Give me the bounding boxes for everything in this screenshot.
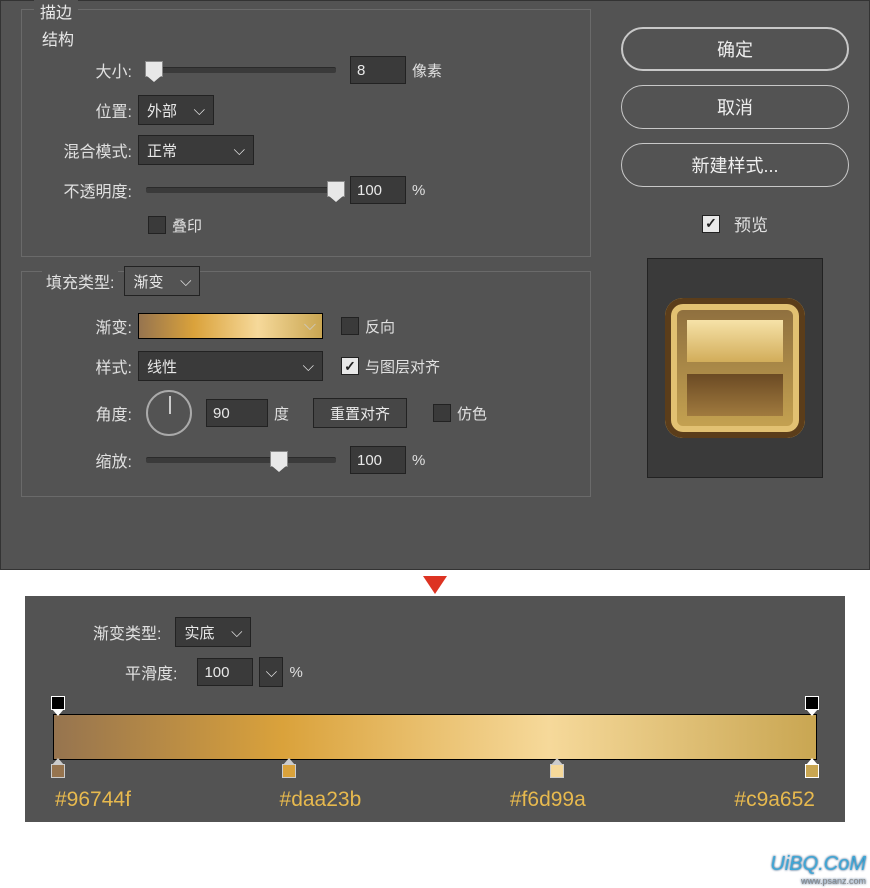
angle-input[interactable] <box>206 399 268 427</box>
stroke-settings-panel: 描边 结构 大小: 像素 位置: 外部 ⌵ 混合模式: <box>0 0 870 570</box>
filltype-fieldset: 填充类型: 渐变 ⌵ 渐变: ⌵ 反向 样式: 线性 <box>21 271 591 497</box>
smoothness-input[interactable] <box>197 658 253 686</box>
filltype-value: 渐变 <box>133 271 163 292</box>
opacity-slider[interactable] <box>146 187 336 193</box>
gradtype-value: 实底 <box>184 622 214 643</box>
scale-row: 缩放: % <box>36 440 576 480</box>
stroke-fieldset: 描边 结构 大小: 像素 位置: 外部 ⌵ 混合模式: <box>21 9 591 257</box>
smoothness-unit: % <box>289 664 302 681</box>
gradient-editor-panel: 渐变类型: 实底 ⌵ 平滑度: ⌵ % #96744f #daa23b #f6d… <box>25 596 845 822</box>
style-dropdown[interactable]: 线性 ⌵ <box>138 351 323 381</box>
size-unit: 像素 <box>412 60 442 81</box>
scale-label: 缩放: <box>36 448 138 472</box>
main-settings-area: 描边 结构 大小: 像素 位置: 外部 ⌵ 混合模式: <box>21 9 591 511</box>
filltype-legend-row: 填充类型: 渐变 ⌵ <box>42 266 576 296</box>
preview-swatch-icon <box>665 298 805 438</box>
filltype-dropdown[interactable]: 渐变 ⌵ <box>124 266 200 296</box>
scale-unit: % <box>412 452 425 469</box>
opacity-label: 不透明度: <box>36 178 138 202</box>
color-stop-3[interactable] <box>550 764 564 778</box>
blendmode-value: 正常 <box>147 140 177 161</box>
style-label: 样式: <box>36 354 138 378</box>
gradtype-dropdown[interactable]: 实底 ⌵ <box>175 617 251 647</box>
opacity-row: 不透明度: % <box>36 170 576 210</box>
reverse-label: 反向 <box>365 316 395 337</box>
overprint-row: 叠印 <box>36 210 576 240</box>
color-stop-1[interactable] <box>51 764 65 778</box>
ok-button[interactable]: 确定 <box>621 27 849 71</box>
opacity-unit: % <box>412 182 425 199</box>
style-value: 线性 <box>147 356 177 377</box>
stroke-legend: 描边 <box>34 0 78 23</box>
align-layer-label: 与图层对齐 <box>365 356 440 377</box>
side-column: 确定 取消 新建样式... 预览 <box>619 27 851 478</box>
size-slider[interactable] <box>146 67 336 73</box>
chevron-down-icon: ⌵ <box>194 102 205 119</box>
structure-legend: 结构 <box>42 26 74 50</box>
color-stop-2[interactable] <box>282 764 296 778</box>
color-stop-4[interactable] <box>805 764 819 778</box>
angle-row: 角度: 度 重置对齐 仿色 <box>36 386 576 440</box>
gradient-bar-wrap: #96744f #daa23b #f6d99a #c9a652 <box>53 714 817 760</box>
blendmode-label: 混合模式: <box>36 138 138 162</box>
size-slider-thumb[interactable] <box>145 61 163 77</box>
chevron-down-icon: ⌵ <box>234 142 245 159</box>
size-label: 大小: <box>36 58 138 82</box>
preview-row: 预览 <box>702 211 768 236</box>
align-layer-checkbox[interactable] <box>341 357 359 375</box>
preview-box <box>647 258 823 478</box>
chevron-down-icon: ⌵ <box>231 624 242 641</box>
size-input[interactable] <box>350 56 406 84</box>
angle-unit: 度 <box>274 403 289 424</box>
opacity-stop-right[interactable] <box>805 696 819 710</box>
opacity-stop-left[interactable] <box>51 696 65 710</box>
scale-input[interactable] <box>350 446 406 474</box>
overprint-checkbox[interactable] <box>148 216 166 234</box>
arrow-down-icon <box>423 576 447 594</box>
reverse-checkbox[interactable] <box>341 317 359 335</box>
scale-slider-thumb[interactable] <box>270 451 288 467</box>
overprint-label: 叠印 <box>172 215 202 236</box>
opacity-slider-thumb[interactable] <box>327 181 345 197</box>
position-row: 位置: 外部 ⌵ <box>36 90 576 130</box>
chevron-down-icon: ⌵ <box>303 358 314 375</box>
blendmode-dropdown[interactable]: 正常 ⌵ <box>138 135 254 165</box>
hex-2: #daa23b <box>280 788 362 812</box>
angle-label: 角度: <box>36 401 138 425</box>
hex-3: #f6d99a <box>510 788 586 812</box>
gradient-bar[interactable] <box>53 714 817 760</box>
dither-checkbox[interactable] <box>433 404 451 422</box>
gradient-swatch-dropdown[interactable]: ⌵ <box>138 313 323 339</box>
new-style-button[interactable]: 新建样式... <box>621 143 849 187</box>
position-label: 位置: <box>36 98 138 122</box>
dither-label: 仿色 <box>457 403 487 424</box>
chevron-down-icon: ⌵ <box>266 664 277 681</box>
reset-align-button[interactable]: 重置对齐 <box>313 398 407 428</box>
hex-4: #c9a652 <box>734 788 815 812</box>
position-value: 外部 <box>147 100 177 121</box>
gradtype-label: 渐变类型: <box>93 620 167 644</box>
opacity-input[interactable] <box>350 176 406 204</box>
chevron-down-icon: ⌵ <box>180 273 191 290</box>
hex-1: #96744f <box>55 788 131 812</box>
position-dropdown[interactable]: 外部 ⌵ <box>138 95 214 125</box>
style-row: 样式: 线性 ⌵ 与图层对齐 <box>36 346 576 386</box>
preview-label: 预览 <box>734 211 768 236</box>
preview-checkbox[interactable] <box>702 215 720 233</box>
smoothness-stepper[interactable]: ⌵ <box>259 657 283 687</box>
gradient-row: 渐变: ⌵ 反向 <box>36 306 576 346</box>
watermark: UiBQ.CoM www.psanz.com <box>770 853 866 886</box>
cancel-button[interactable]: 取消 <box>621 85 849 129</box>
smoothness-label: 平滑度: <box>125 660 183 684</box>
gradient-label: 渐变: <box>36 314 138 338</box>
angle-dial[interactable] <box>146 390 192 436</box>
scale-slider[interactable] <box>146 457 336 463</box>
smoothness-row: 平滑度: ⌵ % <box>53 652 817 692</box>
blendmode-row: 混合模式: 正常 ⌵ <box>36 130 576 170</box>
chevron-down-icon: ⌵ <box>298 317 322 335</box>
filltype-label: 填充类型: <box>42 269 118 293</box>
hex-labels-row: #96744f #daa23b #f6d99a #c9a652 <box>53 788 817 812</box>
gradtype-row: 渐变类型: 实底 ⌵ <box>53 612 817 652</box>
size-row: 大小: 像素 <box>36 50 576 90</box>
